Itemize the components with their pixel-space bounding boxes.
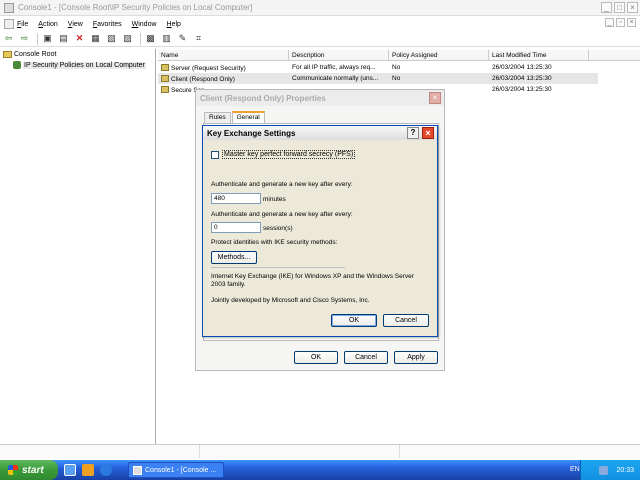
table-row[interactable]: Client (Respond Only) Communicate normal… [158, 73, 598, 84]
divider [211, 267, 345, 268]
console-tree: Console Root IP Security Policies on Loc… [0, 49, 156, 444]
sessions-label: Authenticate and generate a new key afte… [211, 211, 353, 218]
kes-dialog-title: Key Exchange Settings [203, 126, 437, 140]
folder-icon [3, 51, 12, 58]
minimize-button[interactable]: _ [601, 2, 612, 13]
cisco-info-text: Jointly developed by Microsoft and Cisco… [211, 297, 370, 304]
list-header: Name Description Policy Assigned Last Mo… [158, 50, 640, 61]
status-bar [0, 444, 640, 458]
network-icon[interactable] [599, 465, 609, 475]
properties-ok-button[interactable]: OK [294, 351, 338, 364]
tree-item-console-root[interactable]: Console Root [3, 51, 56, 58]
menu-view[interactable]: View [68, 21, 83, 28]
ike-methods-label: Protect identities with IKE security met… [211, 239, 338, 246]
policy-icon [161, 63, 169, 71]
properties-close-button[interactable]: × [429, 92, 441, 104]
key-exchange-settings-dialog: Key Exchange Settings ? × Master key per… [202, 125, 438, 337]
methods-button[interactable]: Methods... [211, 251, 257, 264]
start-button[interactable]: start [0, 460, 58, 480]
console-menu-icon[interactable] [4, 19, 14, 29]
help-button[interactable]: ? [407, 127, 419, 139]
language-indicator[interactable]: EN [570, 466, 580, 473]
help-icon[interactable]: ▩ [144, 32, 157, 45]
assign-policy-icon[interactable]: ⌗ [192, 32, 205, 45]
tree-item-ip-security-policies[interactable]: IP Security Policies on Local Computer [13, 61, 146, 69]
pfs-checkbox[interactable] [211, 150, 219, 159]
up-folder-icon[interactable]: ▣ [41, 32, 54, 45]
policy-icon [161, 85, 169, 93]
menu-window[interactable]: Window [132, 21, 157, 28]
sessions-unit: session(s) [263, 225, 293, 232]
column-name[interactable]: Name [158, 50, 289, 61]
forward-icon[interactable]: ⇨ [18, 32, 31, 45]
windows-logo-icon [8, 465, 18, 475]
menu-action[interactable]: Action [38, 21, 57, 28]
kes-ok-button[interactable]: OK [331, 314, 377, 327]
properties-icon[interactable]: ▦ [89, 32, 102, 45]
delete-icon[interactable]: ✕ [73, 32, 86, 45]
taskbar: start Console1 - [Console ... EN 20:33 [0, 460, 640, 480]
column-last-modified[interactable]: Last Modified Time [489, 50, 589, 61]
menu-file[interactable]: File [17, 21, 28, 28]
maximize-button[interactable]: □ [614, 2, 625, 13]
tab-rules[interactable]: Rules [204, 112, 231, 123]
child-restore-button[interactable]: ▫ [616, 18, 625, 27]
toolbar: ⇦ ⇨ ▣ ▤ ✕ ▦ ▧ ▨ ▩ ▥ ✎ ⌗ [0, 31, 640, 47]
show-desktop-icon[interactable] [64, 464, 76, 476]
taskbar-console-button[interactable]: Console1 - [Console ... [128, 462, 224, 478]
policy-icon [161, 74, 169, 82]
properties-apply-button[interactable]: Apply [394, 351, 438, 364]
export-list-icon[interactable]: ▨ [121, 32, 134, 45]
kes-cancel-button[interactable]: Cancel [383, 314, 429, 327]
refresh-icon[interactable]: ▧ [105, 32, 118, 45]
media-player-icon[interactable] [82, 464, 94, 476]
internet-explorer-icon[interactable] [100, 464, 112, 476]
column-description[interactable]: Description [289, 50, 389, 61]
pfs-checkbox-label[interactable]: Master key perfect forward secrecy (PFS) [222, 150, 356, 159]
system-tray: 20:33 [580, 460, 640, 480]
column-policy-assigned[interactable]: Policy Assigned [389, 50, 489, 61]
mmc-task-icon [133, 465, 142, 475]
table-row[interactable]: Server (Request Security) For all IP tra… [158, 62, 598, 73]
menu-help[interactable]: Help [167, 21, 181, 28]
kes-close-button[interactable]: × [422, 127, 434, 139]
minutes-unit: minutes [263, 196, 286, 203]
child-minimize-button[interactable]: _ [605, 18, 614, 27]
tab-general[interactable]: General [231, 111, 265, 123]
create-policy-icon[interactable]: ✎ [176, 32, 189, 45]
manage-filters-icon[interactable]: ▥ [160, 32, 173, 45]
clock[interactable]: 20:33 [616, 467, 634, 474]
minutes-input[interactable]: 480 [211, 193, 261, 204]
show-hide-tree-icon[interactable]: ▤ [57, 32, 70, 45]
main-window-titlebar: Console1 - [Console Root\IP Security Pol… [0, 0, 640, 16]
main-window-title: Console1 - [Console Root\IP Security Pol… [18, 3, 253, 12]
minutes-label: Authenticate and generate a new key afte… [211, 181, 353, 188]
sessions-input[interactable]: 0 [211, 222, 261, 233]
close-button[interactable]: × [627, 2, 638, 13]
ip-security-icon [13, 61, 21, 69]
mmc-app-icon [4, 2, 14, 13]
menu-favorites[interactable]: Favorites [93, 21, 122, 28]
menu-bar: File Action View Favorites Window Help [0, 18, 640, 30]
pfs-checkbox-row[interactable]: Master key perfect forward secrecy (PFS) [211, 150, 356, 159]
properties-cancel-button[interactable]: Cancel [344, 351, 388, 364]
properties-dialog-title: Client (Respond Only) Properties [196, 90, 444, 106]
back-icon[interactable]: ⇦ [2, 32, 15, 45]
child-close-button[interactable]: × [627, 18, 636, 27]
ike-info-text: Internet Key Exchange (IKE) for Windows … [211, 273, 414, 288]
